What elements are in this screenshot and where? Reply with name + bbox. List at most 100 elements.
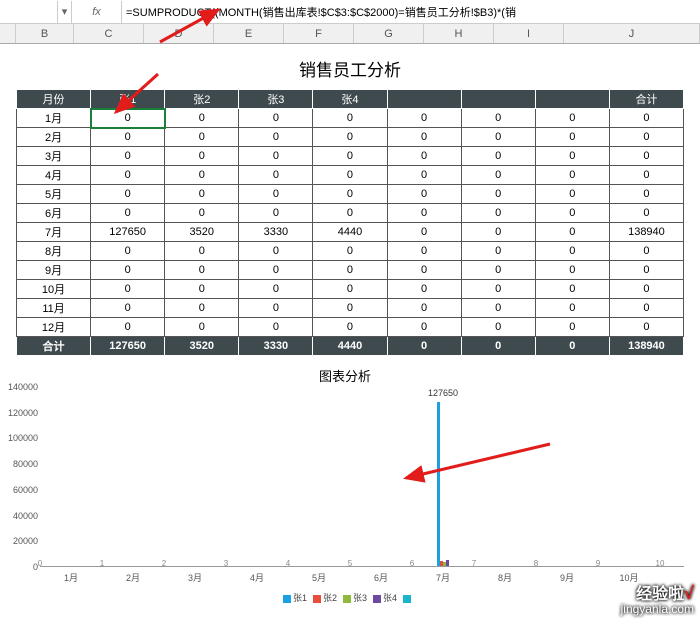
col-header[interactable]: E <box>214 24 284 43</box>
data-cell[interactable]: 0 <box>239 185 313 204</box>
data-cell[interactable]: 0 <box>535 261 609 280</box>
data-cell[interactable]: 3330 <box>239 223 313 242</box>
data-cell[interactable]: 0 <box>387 242 461 261</box>
data-cell[interactable]: 0 <box>239 280 313 299</box>
data-cell[interactable]: 0 <box>239 299 313 318</box>
data-cell[interactable]: 0 <box>165 204 239 223</box>
data-cell[interactable]: 0 <box>387 318 461 337</box>
data-cell[interactable]: 0 <box>165 280 239 299</box>
data-cell[interactable]: 0 <box>461 185 535 204</box>
data-cell[interactable]: 0 <box>239 147 313 166</box>
data-cell[interactable]: 0 <box>387 223 461 242</box>
data-cell[interactable]: 0 <box>313 242 387 261</box>
data-cell[interactable]: 0 <box>313 318 387 337</box>
month-cell[interactable]: 1月 <box>17 109 91 128</box>
data-cell[interactable]: 0 <box>91 109 165 128</box>
data-cell[interactable]: 0 <box>609 185 683 204</box>
data-cell[interactable]: 0 <box>461 204 535 223</box>
data-cell[interactable]: 0 <box>313 261 387 280</box>
data-cell[interactable]: 0 <box>91 318 165 337</box>
data-cell[interactable]: 0 <box>91 299 165 318</box>
data-cell[interactable]: 0 <box>239 204 313 223</box>
month-cell[interactable]: 4月 <box>17 166 91 185</box>
data-cell[interactable]: 0 <box>461 128 535 147</box>
worksheet[interactable]: 销售员工分析 月份张1张2张3张4合计 1月000000002月00000000… <box>0 44 700 360</box>
data-cell[interactable]: 0 <box>313 299 387 318</box>
data-cell[interactable]: 0 <box>165 147 239 166</box>
data-cell[interactable]: 0 <box>461 109 535 128</box>
data-cell[interactable]: 0 <box>239 242 313 261</box>
month-cell[interactable]: 6月 <box>17 204 91 223</box>
col-header[interactable]: G <box>354 24 424 43</box>
month-cell[interactable]: 9月 <box>17 261 91 280</box>
data-cell[interactable]: 0 <box>461 242 535 261</box>
data-cell[interactable]: 0 <box>387 280 461 299</box>
data-cell[interactable]: 0 <box>609 109 683 128</box>
col-header[interactable]: C <box>74 24 144 43</box>
data-cell[interactable]: 0 <box>313 109 387 128</box>
data-cell[interactable]: 0 <box>165 128 239 147</box>
data-cell[interactable]: 0 <box>239 318 313 337</box>
data-cell[interactable]: 138940 <box>609 223 683 242</box>
data-cell[interactable]: 0 <box>461 166 535 185</box>
data-cell[interactable]: 0 <box>165 166 239 185</box>
data-cell[interactable]: 0 <box>461 299 535 318</box>
data-cell[interactable]: 0 <box>535 223 609 242</box>
col-header[interactable]: I <box>494 24 564 43</box>
data-cell[interactable]: 0 <box>609 166 683 185</box>
data-cell[interactable]: 0 <box>165 318 239 337</box>
data-cell[interactable]: 0 <box>461 318 535 337</box>
data-cell[interactable]: 0 <box>461 223 535 242</box>
data-cell[interactable]: 0 <box>239 128 313 147</box>
data-cell[interactable]: 0 <box>165 299 239 318</box>
month-cell[interactable]: 2月 <box>17 128 91 147</box>
data-cell[interactable]: 0 <box>535 147 609 166</box>
data-cell[interactable]: 127650 <box>91 223 165 242</box>
data-cell[interactable]: 0 <box>313 147 387 166</box>
data-cell[interactable]: 0 <box>91 147 165 166</box>
data-cell[interactable]: 0 <box>609 242 683 261</box>
data-cell[interactable]: 0 <box>387 261 461 280</box>
data-cell[interactable]: 0 <box>535 204 609 223</box>
data-cell[interactable]: 3520 <box>165 223 239 242</box>
month-cell[interactable]: 12月 <box>17 318 91 337</box>
data-cell[interactable]: 0 <box>91 166 165 185</box>
data-cell[interactable]: 0 <box>609 318 683 337</box>
month-cell[interactable]: 10月 <box>17 280 91 299</box>
fx-button[interactable]: fx <box>72 1 122 23</box>
data-cell[interactable]: 0 <box>239 109 313 128</box>
data-cell[interactable]: 0 <box>609 280 683 299</box>
data-cell[interactable]: 0 <box>313 280 387 299</box>
data-cell[interactable]: 0 <box>609 128 683 147</box>
formula-input[interactable]: =SUMPRODUCT((MONTH(销售出库表!$C$3:$C$2000)=销… <box>122 4 700 20</box>
name-box[interactable] <box>0 1 58 23</box>
month-cell[interactable]: 8月 <box>17 242 91 261</box>
data-cell[interactable]: 0 <box>609 147 683 166</box>
data-cell[interactable]: 0 <box>461 280 535 299</box>
data-cell[interactable]: 0 <box>535 166 609 185</box>
data-cell[interactable]: 0 <box>535 299 609 318</box>
data-cell[interactable]: 0 <box>535 185 609 204</box>
data-cell[interactable]: 0 <box>165 185 239 204</box>
corner-cell[interactable] <box>0 24 16 43</box>
data-cell[interactable]: 0 <box>91 185 165 204</box>
data-cell[interactable]: 0 <box>91 280 165 299</box>
data-cell[interactable]: 0 <box>387 185 461 204</box>
data-cell[interactable]: 0 <box>535 109 609 128</box>
data-cell[interactable]: 4440 <box>313 223 387 242</box>
data-cell[interactable]: 0 <box>535 280 609 299</box>
data-cell[interactable]: 0 <box>387 147 461 166</box>
col-header[interactable]: J <box>564 24 700 43</box>
data-cell[interactable]: 0 <box>91 261 165 280</box>
col-header[interactable]: B <box>16 24 74 43</box>
data-cell[interactable]: 0 <box>165 109 239 128</box>
data-cell[interactable]: 0 <box>387 166 461 185</box>
data-cell[interactable]: 0 <box>609 261 683 280</box>
data-cell[interactable]: 0 <box>165 242 239 261</box>
data-cell[interactable]: 0 <box>387 204 461 223</box>
data-cell[interactable]: 0 <box>535 242 609 261</box>
month-cell[interactable]: 5月 <box>17 185 91 204</box>
data-cell[interactable]: 0 <box>91 128 165 147</box>
data-cell[interactable]: 0 <box>165 261 239 280</box>
data-cell[interactable]: 0 <box>91 242 165 261</box>
